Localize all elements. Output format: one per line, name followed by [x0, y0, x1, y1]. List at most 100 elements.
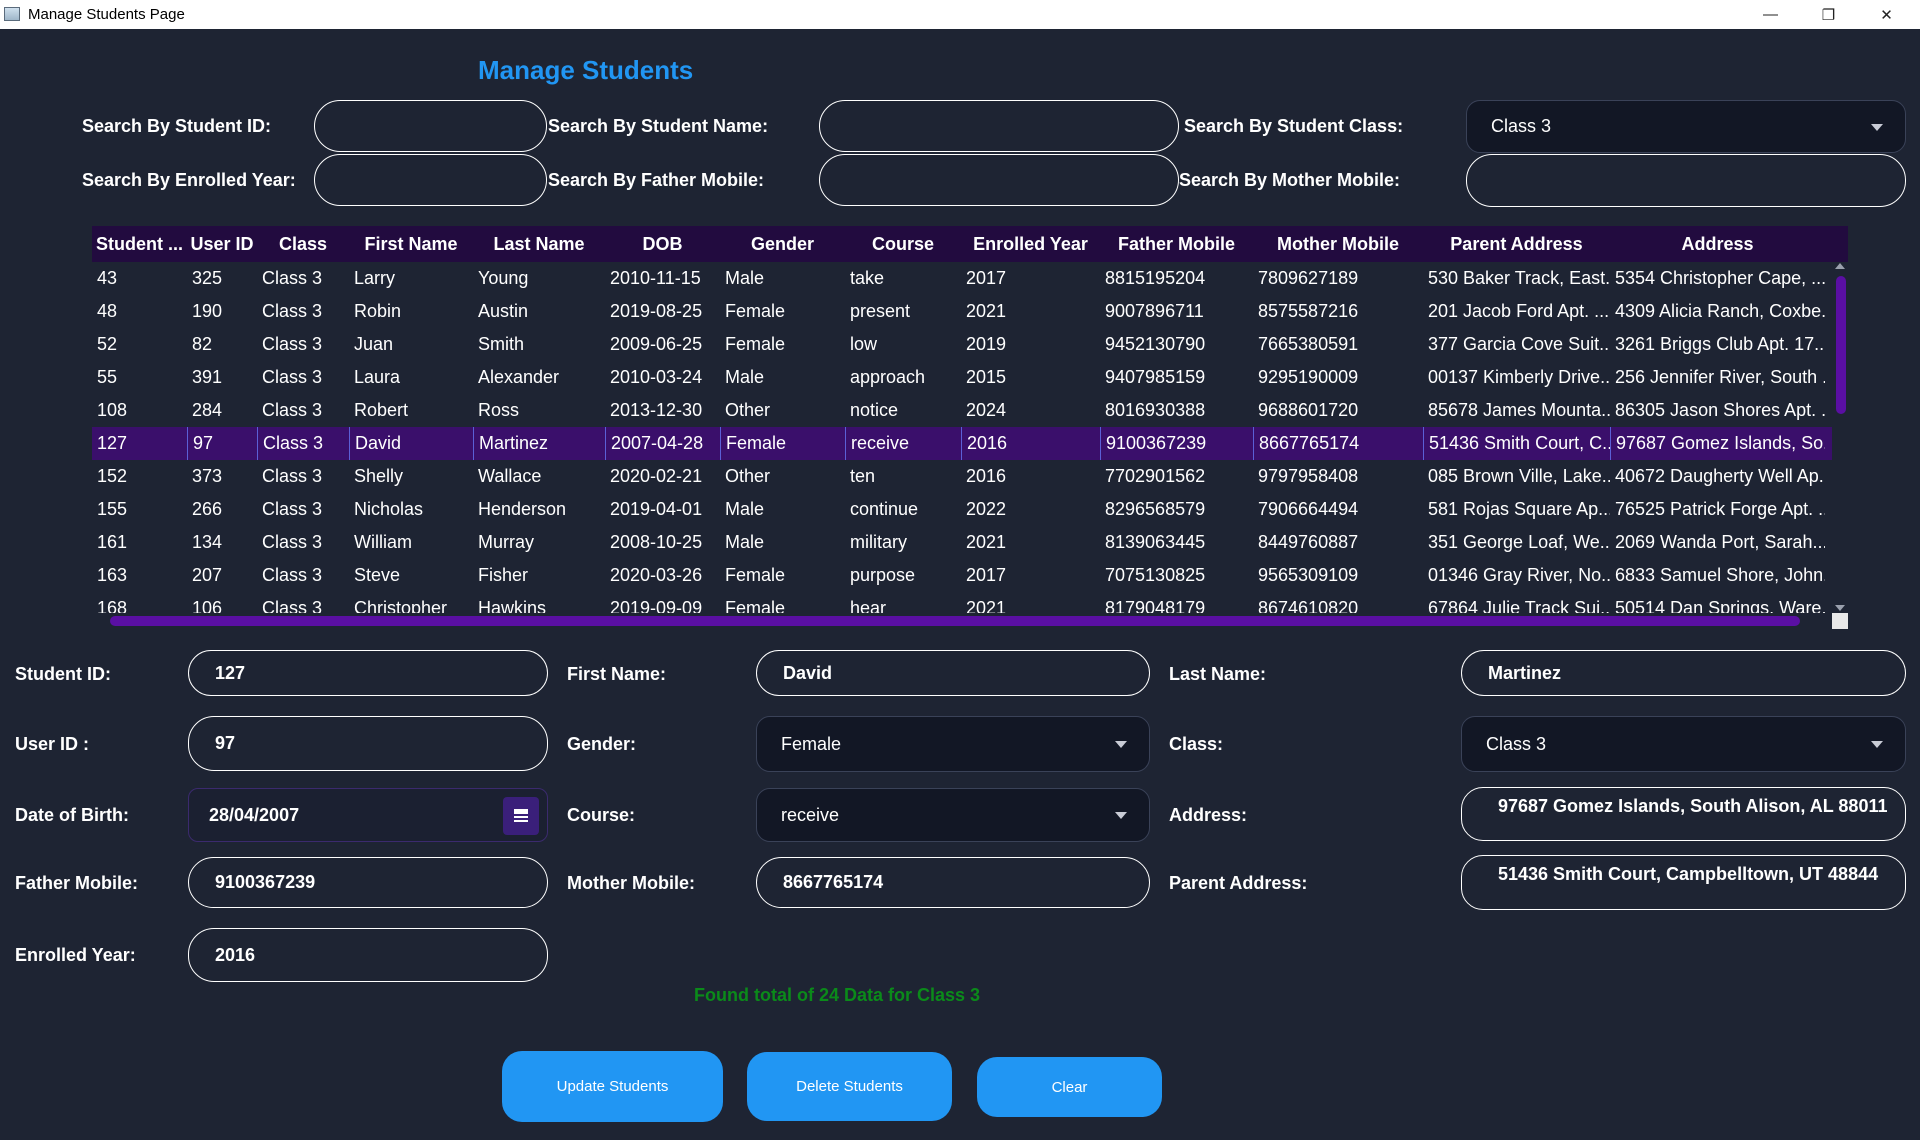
search-student-id-input[interactable]: [314, 100, 547, 152]
table-cell: Young: [478, 268, 529, 288]
calendar-icon[interactable]: [503, 797, 539, 835]
table-cell: 97687 Gomez Islands, So...: [1610, 427, 1825, 460]
table-cell: Class 3: [262, 565, 323, 585]
student-id-label: Student ID:: [15, 664, 111, 684]
table-cell: 9007896711: [1105, 301, 1204, 321]
horizontal-scrollbar[interactable]: [92, 613, 1832, 629]
table-cell: Shelly: [354, 466, 404, 486]
table-cell: Female: [725, 301, 786, 321]
close-button[interactable]: ✕: [1858, 0, 1915, 29]
table-row-selected[interactable]: 127 97 Class 3 David Martinez 2007-04-28 Femal…: [92, 427, 1832, 460]
column-header[interactable]: Gender: [720, 226, 845, 262]
table-row[interactable]: 168 106 Class 3 Christopher Hawkins 2019-09-0…: [92, 592, 1832, 613]
scroll-down-icon[interactable]: [1835, 605, 1845, 611]
vertical-scrollbar[interactable]: [1832, 262, 1848, 629]
delete-students-button[interactable]: Delete Students: [747, 1052, 952, 1121]
column-header[interactable]: User ID: [187, 226, 257, 262]
search-student-class-select[interactable]: Class 3: [1466, 100, 1906, 153]
table-cell: 155: [97, 499, 128, 519]
table-cell: 9452130790: [1105, 334, 1206, 354]
last-name-field[interactable]: [1461, 650, 1906, 696]
address-field[interactable]: 97687 Gomez Islands, South Alison, AL 88…: [1461, 787, 1906, 841]
parent-address-field[interactable]: 51436 Smith Court, Campbelltown, UT 4884…: [1461, 855, 1906, 910]
clear-button[interactable]: Clear: [977, 1057, 1162, 1117]
minimize-button[interactable]: —: [1742, 0, 1799, 29]
table-row[interactable]: 161 134 Class 3 William Murray 2008-10-25 Male…: [92, 526, 1832, 559]
table-cell: Christopher: [354, 598, 448, 613]
table-row[interactable]: 155 266 Class 3 Nicholas Henderson 2019-04-01…: [92, 493, 1832, 526]
column-header[interactable]: Parent Address: [1423, 226, 1610, 262]
table-cell: 9688601720: [1258, 400, 1359, 420]
class-label: Class:: [1169, 734, 1224, 754]
table-cell: 2019-09-09: [610, 598, 703, 613]
column-header[interactable]: Class: [257, 226, 349, 262]
table-row[interactable]: 43 325 Class 3 Larry Young 2010-11-15 Male take…: [92, 262, 1832, 295]
table-row[interactable]: 108 284 Class 3 Robert Ross 2013-12-30 Other no…: [92, 394, 1832, 427]
students-table[interactable]: Student ... User ID Class First Name Last Na…: [92, 226, 1848, 629]
column-header[interactable]: Mother Mobile: [1253, 226, 1423, 262]
chevron-down-icon: [1871, 123, 1883, 131]
column-header[interactable]: DOB: [605, 226, 720, 262]
class-select[interactable]: Class 3: [1461, 716, 1906, 772]
father-mobile-field[interactable]: [188, 857, 548, 908]
table-cell: Nicholas: [354, 499, 424, 519]
column-header[interactable]: Course: [845, 226, 961, 262]
column-header[interactable]: Last Name: [473, 226, 605, 262]
table-cell: 163: [97, 565, 128, 585]
scroll-up-icon[interactable]: [1835, 263, 1845, 269]
table-cell: approach: [850, 367, 926, 387]
table-cell: purpose: [850, 565, 916, 585]
user-id-field[interactable]: [188, 716, 548, 771]
table-cell: 2015: [966, 367, 1007, 387]
table-row[interactable]: 163 207 Class 3 Steve Fisher 2020-03-26 Female…: [92, 559, 1832, 592]
table-row[interactable]: 48 190 Class 3 Robin Austin 2019-08-25 Female p…: [92, 295, 1832, 328]
table-cell: Female: [725, 334, 786, 354]
dob-date-picker[interactable]: 28/04/2007: [188, 788, 548, 842]
search-father-mobile-input[interactable]: [819, 154, 1179, 206]
gender-select[interactable]: Female: [756, 716, 1150, 772]
search-student-name-input[interactable]: [819, 100, 1179, 152]
table-body[interactable]: 43 325 Class 3 Larry Young 2010-11-15 Male take…: [92, 262, 1832, 613]
enrolled-year-field[interactable]: [188, 928, 548, 982]
column-header[interactable]: Address: [1610, 226, 1825, 262]
table-cell: 85678 James Mounta...: [1428, 400, 1610, 420]
table-row[interactable]: 55 391 Class 3 Laura Alexander 2010-03-24 Male…: [92, 361, 1832, 394]
table-cell: Ross: [478, 400, 520, 420]
table-cell: 266: [192, 499, 223, 519]
mother-mobile-field[interactable]: [756, 857, 1150, 908]
table-cell: Alexander: [478, 367, 560, 387]
table-cell: 373: [192, 466, 223, 486]
update-students-button[interactable]: Update Students: [502, 1051, 723, 1122]
table-cell: Smith: [478, 334, 525, 354]
table-cell: 085 Brown Ville, Lake...: [1428, 466, 1610, 486]
table-cell: Female: [725, 565, 786, 585]
table-cell: 127: [97, 433, 128, 453]
table-cell: 52: [97, 334, 118, 354]
table-cell: 351 George Loaf, We...: [1428, 532, 1610, 552]
course-value: receive: [781, 804, 840, 825]
column-header[interactable]: Father Mobile: [1100, 226, 1253, 262]
column-header[interactable]: Student ...: [92, 226, 187, 262]
restore-button[interactable]: ❐: [1800, 0, 1857, 29]
table-cell: Class 3: [262, 598, 323, 613]
scrollbar-corner: [1832, 613, 1848, 629]
column-header[interactable]: First Name: [349, 226, 473, 262]
table-cell: 2021: [966, 301, 1007, 321]
first-name-field[interactable]: [756, 650, 1150, 696]
table-cell: Class 3: [262, 499, 323, 519]
search-mother-mobile-input[interactable]: [1466, 154, 1906, 207]
chevron-down-icon: [1871, 741, 1883, 748]
table-cell: 8296568579: [1105, 499, 1206, 519]
horizontal-scrollbar-thumb[interactable]: [110, 616, 1800, 626]
course-select[interactable]: receive: [756, 788, 1150, 842]
table-row[interactable]: 152 373 Class 3 Shelly Wallace 2020-02-21 Othe…: [92, 460, 1832, 493]
table-row[interactable]: 52 82 Class 3 Juan Smith 2009-06-25 Female low 2…: [92, 328, 1832, 361]
table-cell: 2007-04-28: [605, 427, 720, 460]
course-label: Course:: [567, 805, 636, 825]
table-cell: Murray: [478, 532, 535, 552]
search-enrolled-year-input[interactable]: [314, 154, 547, 206]
column-header[interactable]: Enrolled Year: [961, 226, 1100, 262]
student-id-field[interactable]: [188, 650, 548, 696]
table-cell: Class 3: [262, 532, 323, 552]
vertical-scrollbar-thumb[interactable]: [1836, 276, 1846, 414]
